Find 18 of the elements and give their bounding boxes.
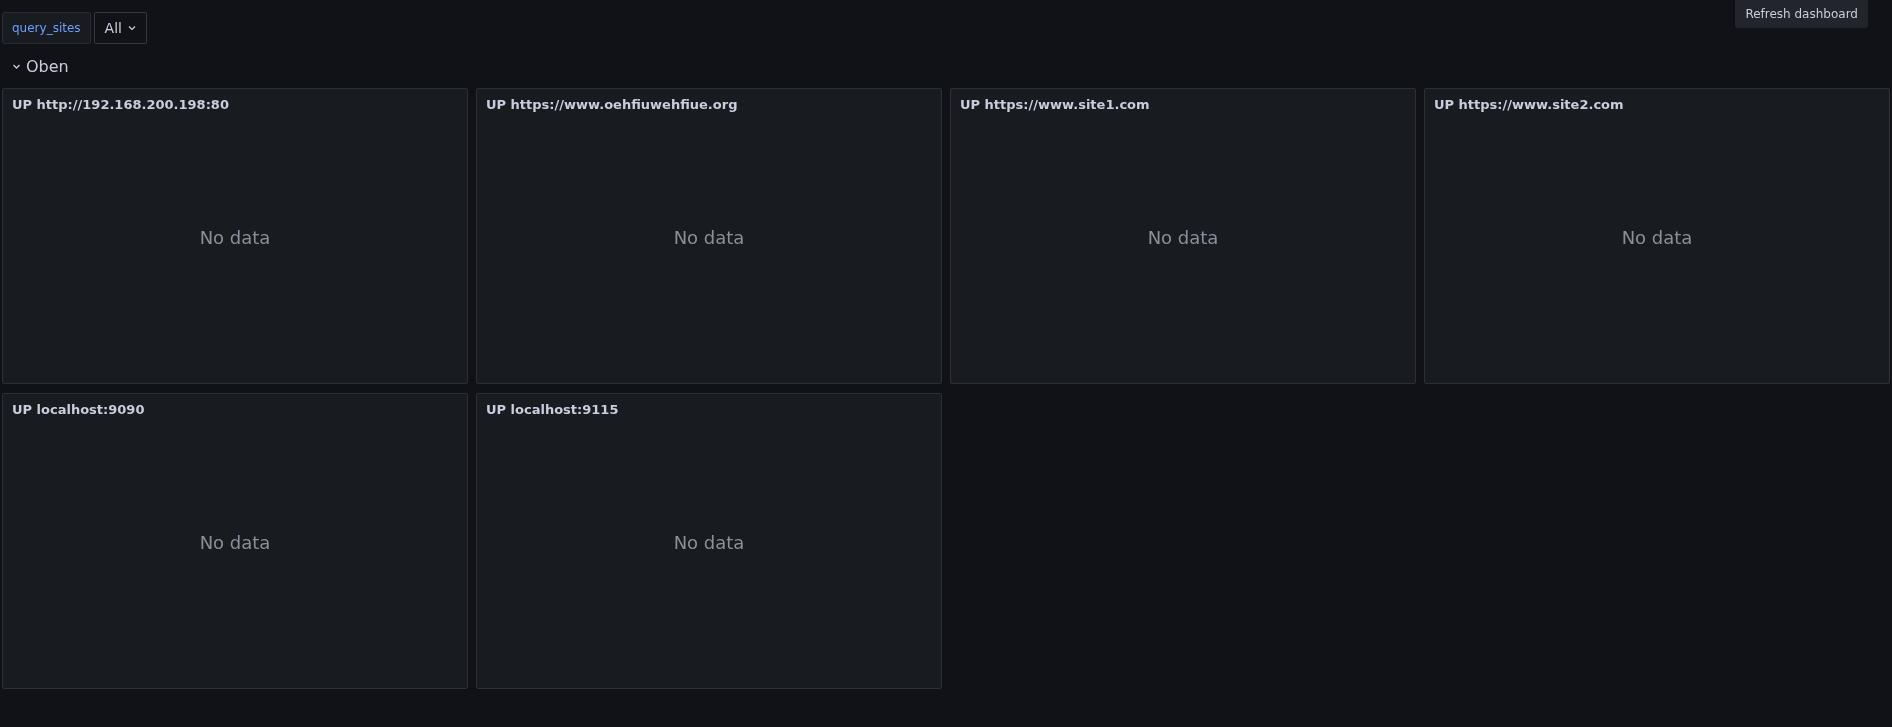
no-data-message: No data <box>1621 227 1693 248</box>
no-data-message: No data <box>199 227 271 248</box>
tooltip: Refresh dashboard <box>1735 0 1868 28</box>
no-data-message: No data <box>199 532 271 553</box>
no-data-message: No data <box>673 532 745 553</box>
no-data-message: No data <box>673 227 745 248</box>
row-title[interactable]: Oben <box>26 56 69 76</box>
chevron-icon[interactable] <box>12 62 21 70</box>
panel-title: UP https://www.site1.com <box>959 96 1151 112</box>
caret-icon <box>127 25 136 31</box>
panel-title: UP http://192.168.200.198:80 <box>11 96 230 112</box>
panel-title: UP https://www.oehfiuwehfiue.org <box>485 96 739 112</box>
variable-dropdown[interactable]: All <box>93 12 147 44</box>
panel-title: UP localhost:9090 <box>11 401 146 417</box>
panel-title: UP localhost:9115 <box>485 401 620 417</box>
variable-label: query_sites <box>2 12 91 44</box>
no-data-message: No data <box>1147 227 1219 248</box>
panel-title: UP https://www.site2.com <box>1433 96 1625 112</box>
